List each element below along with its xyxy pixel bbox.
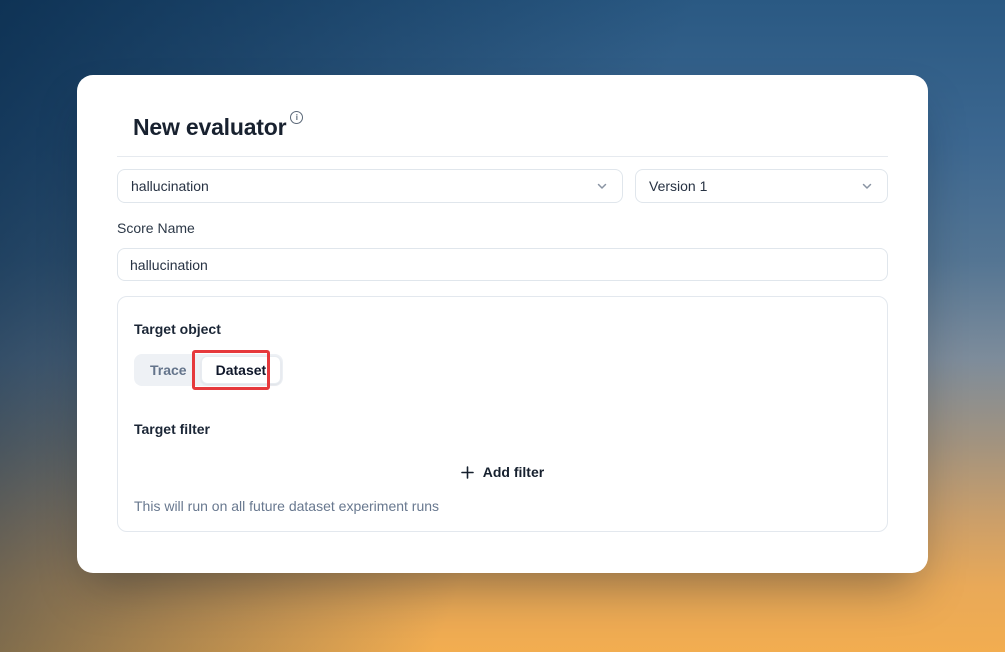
evaluator-select-row: hallucination Version 1 [117, 169, 888, 203]
plus-icon [461, 466, 474, 479]
chevron-down-icon [860, 179, 874, 193]
score-name-input[interactable] [117, 248, 888, 281]
add-filter-row: Add filter [134, 460, 871, 484]
header-divider [117, 156, 888, 157]
add-filter-button[interactable]: Add filter [461, 460, 544, 484]
target-object-label: Target object [134, 321, 871, 338]
target-filter-label: Target filter [134, 421, 871, 438]
info-icon[interactable]: i [290, 111, 303, 124]
modal-header: New evaluator i [133, 113, 888, 141]
evaluator-template-select[interactable]: hallucination [117, 169, 623, 203]
toggle-option-dataset[interactable]: Dataset [201, 356, 282, 384]
desktop-background: New evaluator i hallucination Version 1 … [0, 0, 1005, 652]
new-evaluator-modal: New evaluator i hallucination Version 1 … [77, 75, 928, 573]
page-title: New evaluator [133, 113, 286, 141]
version-select-value: Version 1 [649, 178, 707, 194]
target-object-toggle: Trace Dataset [134, 354, 283, 386]
score-name-label: Score Name [117, 220, 888, 236]
add-filter-label: Add filter [483, 464, 544, 480]
evaluator-select-value: hallucination [131, 178, 209, 194]
target-settings-card: Target object Trace Dataset Target filte… [117, 296, 888, 532]
chevron-down-icon [595, 179, 609, 193]
toggle-option-trace[interactable]: Trace [136, 356, 201, 384]
target-object-toggle-wrap: Trace Dataset [134, 354, 283, 386]
target-helper-text: This will run on all future dataset expe… [134, 498, 871, 515]
version-select[interactable]: Version 1 [635, 169, 888, 203]
